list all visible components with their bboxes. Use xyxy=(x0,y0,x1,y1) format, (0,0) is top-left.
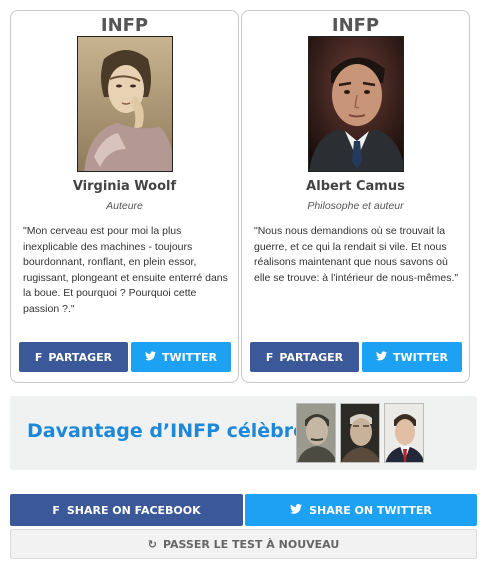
personality-type-label: INFP xyxy=(100,15,149,36)
retake-test-button[interactable]: ↻ PASSER LE TEST À NOUVEAU xyxy=(10,529,477,559)
person-quote: "Mon cerveau est pour moi la plus inexpl… xyxy=(23,225,228,315)
person-role: Auteure xyxy=(106,200,143,212)
share-on-facebook-label: SHARE ON FACEBOOK xyxy=(66,503,201,517)
thumbnail-portrait xyxy=(340,403,380,463)
card-share-buttons: f PARTAGER TWITTER xyxy=(19,342,231,372)
facebook-share-button[interactable]: f PARTAGER xyxy=(19,342,128,372)
facebook-icon: f xyxy=(52,503,60,517)
more-famous-infp-link[interactable]: Davantage d’INFP célèbres xyxy=(10,396,477,470)
twitter-icon xyxy=(376,350,387,364)
person-name: Albert Camus xyxy=(306,179,405,194)
page-share-buttons: f SHARE ON FACEBOOK SHARE ON TWITTER xyxy=(10,494,477,526)
personality-type-label: INFP xyxy=(331,15,380,36)
twitter-share-button[interactable]: TWITTER xyxy=(362,342,462,372)
share-on-facebook-button[interactable]: f SHARE ON FACEBOOK xyxy=(10,494,243,526)
portrait-albert-camus xyxy=(308,36,404,172)
share-on-twitter-label: SHARE ON TWITTER xyxy=(309,503,432,517)
facebook-icon: f xyxy=(34,350,43,364)
facebook-share-label: PARTAGER xyxy=(279,350,344,364)
twitter-share-label: TWITTER xyxy=(162,350,217,364)
person-role: Philosophe et auteur xyxy=(307,200,404,212)
portrait-virginia-woolf xyxy=(77,36,173,172)
thumbnail-portrait xyxy=(296,403,336,463)
person-name: Virginia Woolf xyxy=(72,179,177,194)
facebook-share-label: PARTAGER xyxy=(48,350,113,364)
facebook-icon: f xyxy=(265,350,274,364)
facebook-share-button[interactable]: f PARTAGER xyxy=(250,342,359,372)
twitter-share-label: TWITTER xyxy=(393,350,448,364)
person-card-virginia-woolf: INFP Virginia Woolf Auteure "Mon cerveau… xyxy=(10,10,239,383)
twitter-share-button[interactable]: TWITTER xyxy=(131,342,231,372)
thumbnail-portrait xyxy=(384,403,424,463)
famous-people-cards: INFP Virginia Woolf Auteure "Mon cerveau… xyxy=(10,10,470,383)
more-famous-title: Davantage d’INFP célèbres xyxy=(27,420,318,442)
person-card-albert-camus: INFP Albert Camus Philosophe et auteur "… xyxy=(241,10,470,383)
share-on-twitter-button[interactable]: SHARE ON TWITTER xyxy=(245,494,477,526)
twitter-icon xyxy=(290,503,303,517)
refresh-icon: ↻ xyxy=(147,537,157,551)
retake-test-label: PASSER LE TEST À NOUVEAU xyxy=(162,537,340,551)
twitter-icon xyxy=(145,350,156,364)
card-share-buttons: f PARTAGER TWITTER xyxy=(250,342,462,372)
person-quote: "Nous nous demandions où se trouvait la … xyxy=(254,225,459,284)
